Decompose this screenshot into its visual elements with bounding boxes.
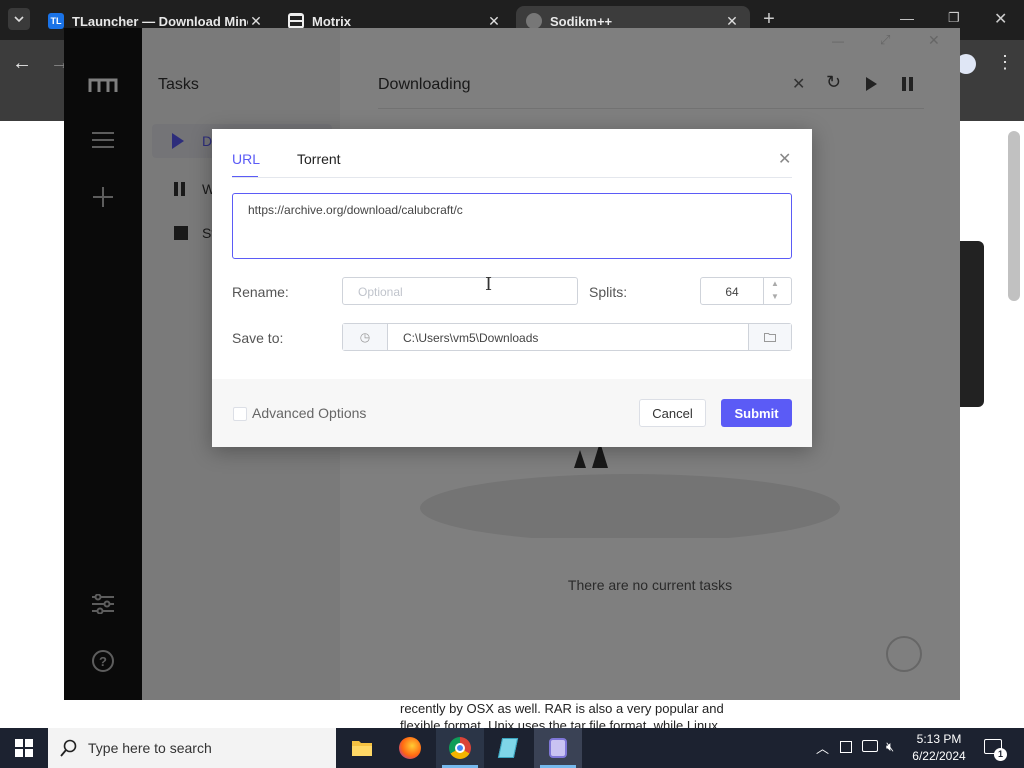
clock-date[interactable]: 6/22/2024 [906,749,972,763]
start-button[interactable] [0,728,48,768]
network-icon[interactable] [862,740,878,752]
browser-menu-icon[interactable]: ⋮ [996,52,1014,73]
motrix-close-icon[interactable]: ✕ [928,32,940,49]
advanced-options-label[interactable]: Advanced Options [252,405,366,421]
stepper-up-icon[interactable]: ▲ [771,279,779,288]
save-to-input[interactable]: ◷ C:\Users\vm5\Downloads [342,323,792,351]
save-to-label: Save to: [232,330,284,346]
history-clock-icon[interactable]: ◷ [343,324,388,350]
rename-label: Rename: [232,284,289,300]
page-scrollbar[interactable] [1008,131,1020,301]
tab-close-icon[interactable]: ✕ [486,13,502,30]
submit-button[interactable]: Submit [721,399,792,427]
stepper-divider [763,278,764,304]
volume-muted-icon[interactable]: 🔇︎ [886,739,894,755]
rename-placeholder: Optional [358,285,403,299]
tab-torrent[interactable]: Torrent [297,151,341,167]
tray-app-icon[interactable] [840,741,852,753]
page-text-line: flexible format. Unix uses the tar file … [400,718,718,728]
motrix-maximize-icon[interactable]: ⤢ [880,32,890,48]
windows-logo-icon [15,739,33,757]
chrome-favicon-icon [526,13,542,29]
advanced-options-checkbox[interactable] [233,407,247,421]
tabs-divider [232,177,792,178]
notepad-icon[interactable] [484,728,532,768]
back-arrow-icon[interactable]: ← [12,52,32,75]
window-close-icon[interactable]: ✕ [994,9,1007,29]
page-text-line: recently by OSX as well. RAR is also a v… [400,701,724,716]
page-dark-panel [960,241,984,407]
tlauncher-favicon-icon: TL [48,13,64,29]
windows-taskbar: Type here to search ︿ 🔇︎ 5:13 PM 6/22/20… [0,728,1024,768]
splits-label: Splits: [589,284,628,300]
splits-stepper[interactable]: 64 ▲ ▼ [700,277,792,305]
chevron-down-icon [14,16,24,23]
new-tab-button[interactable]: + [758,8,780,30]
folder-icon[interactable] [748,324,791,350]
url-value: https://archive.org/download/calubcraft/… [248,203,463,217]
file-explorer-icon[interactable] [338,728,386,768]
url-textarea[interactable]: https://archive.org/download/calubcraft/… [232,193,792,259]
motrix-favicon-icon [288,13,304,29]
tab-close-icon[interactable]: ✕ [724,13,740,30]
clock-time[interactable]: 5:13 PM [912,732,966,746]
tab-title: TLauncher — Download Mine [72,13,248,29]
show-hidden-icons-icon[interactable]: ︿ [816,738,829,757]
dialog-close-icon[interactable]: ✕ [778,149,791,169]
motrix-minimize-icon[interactable]: — [832,34,844,48]
tab-close-icon[interactable]: ✕ [248,13,264,30]
window-minimize-icon[interactable]: — [900,10,914,26]
chrome-icon[interactable] [436,728,484,768]
text-cursor-icon: I [485,274,493,295]
dialog-footer: Advanced Options Cancel Submit [212,379,812,447]
motrix-taskbar-icon[interactable] [534,728,582,768]
tab-url[interactable]: URL [232,151,260,167]
rename-input[interactable]: Optional [342,277,578,305]
save-to-value: C:\Users\vm5\Downloads [403,331,539,345]
cancel-button[interactable]: Cancel [639,399,706,427]
tab-title: Motrix [312,13,351,29]
splits-value: 64 [725,285,739,299]
stepper-down-icon[interactable]: ▼ [771,292,779,301]
window-restore-icon[interactable]: ❐ [948,10,960,26]
search-icon [60,739,77,757]
notification-count-badge: 1 [994,748,1007,761]
tab-title: Sodikm++ [550,13,613,29]
firefox-icon[interactable] [386,728,434,768]
tab-search-button[interactable] [8,8,30,30]
taskbar-search-box[interactable]: Type here to search [48,728,336,768]
search-placeholder: Type here to search [88,740,212,756]
add-task-dialog: URL Torrent ✕ https://archive.org/downlo… [212,129,812,447]
